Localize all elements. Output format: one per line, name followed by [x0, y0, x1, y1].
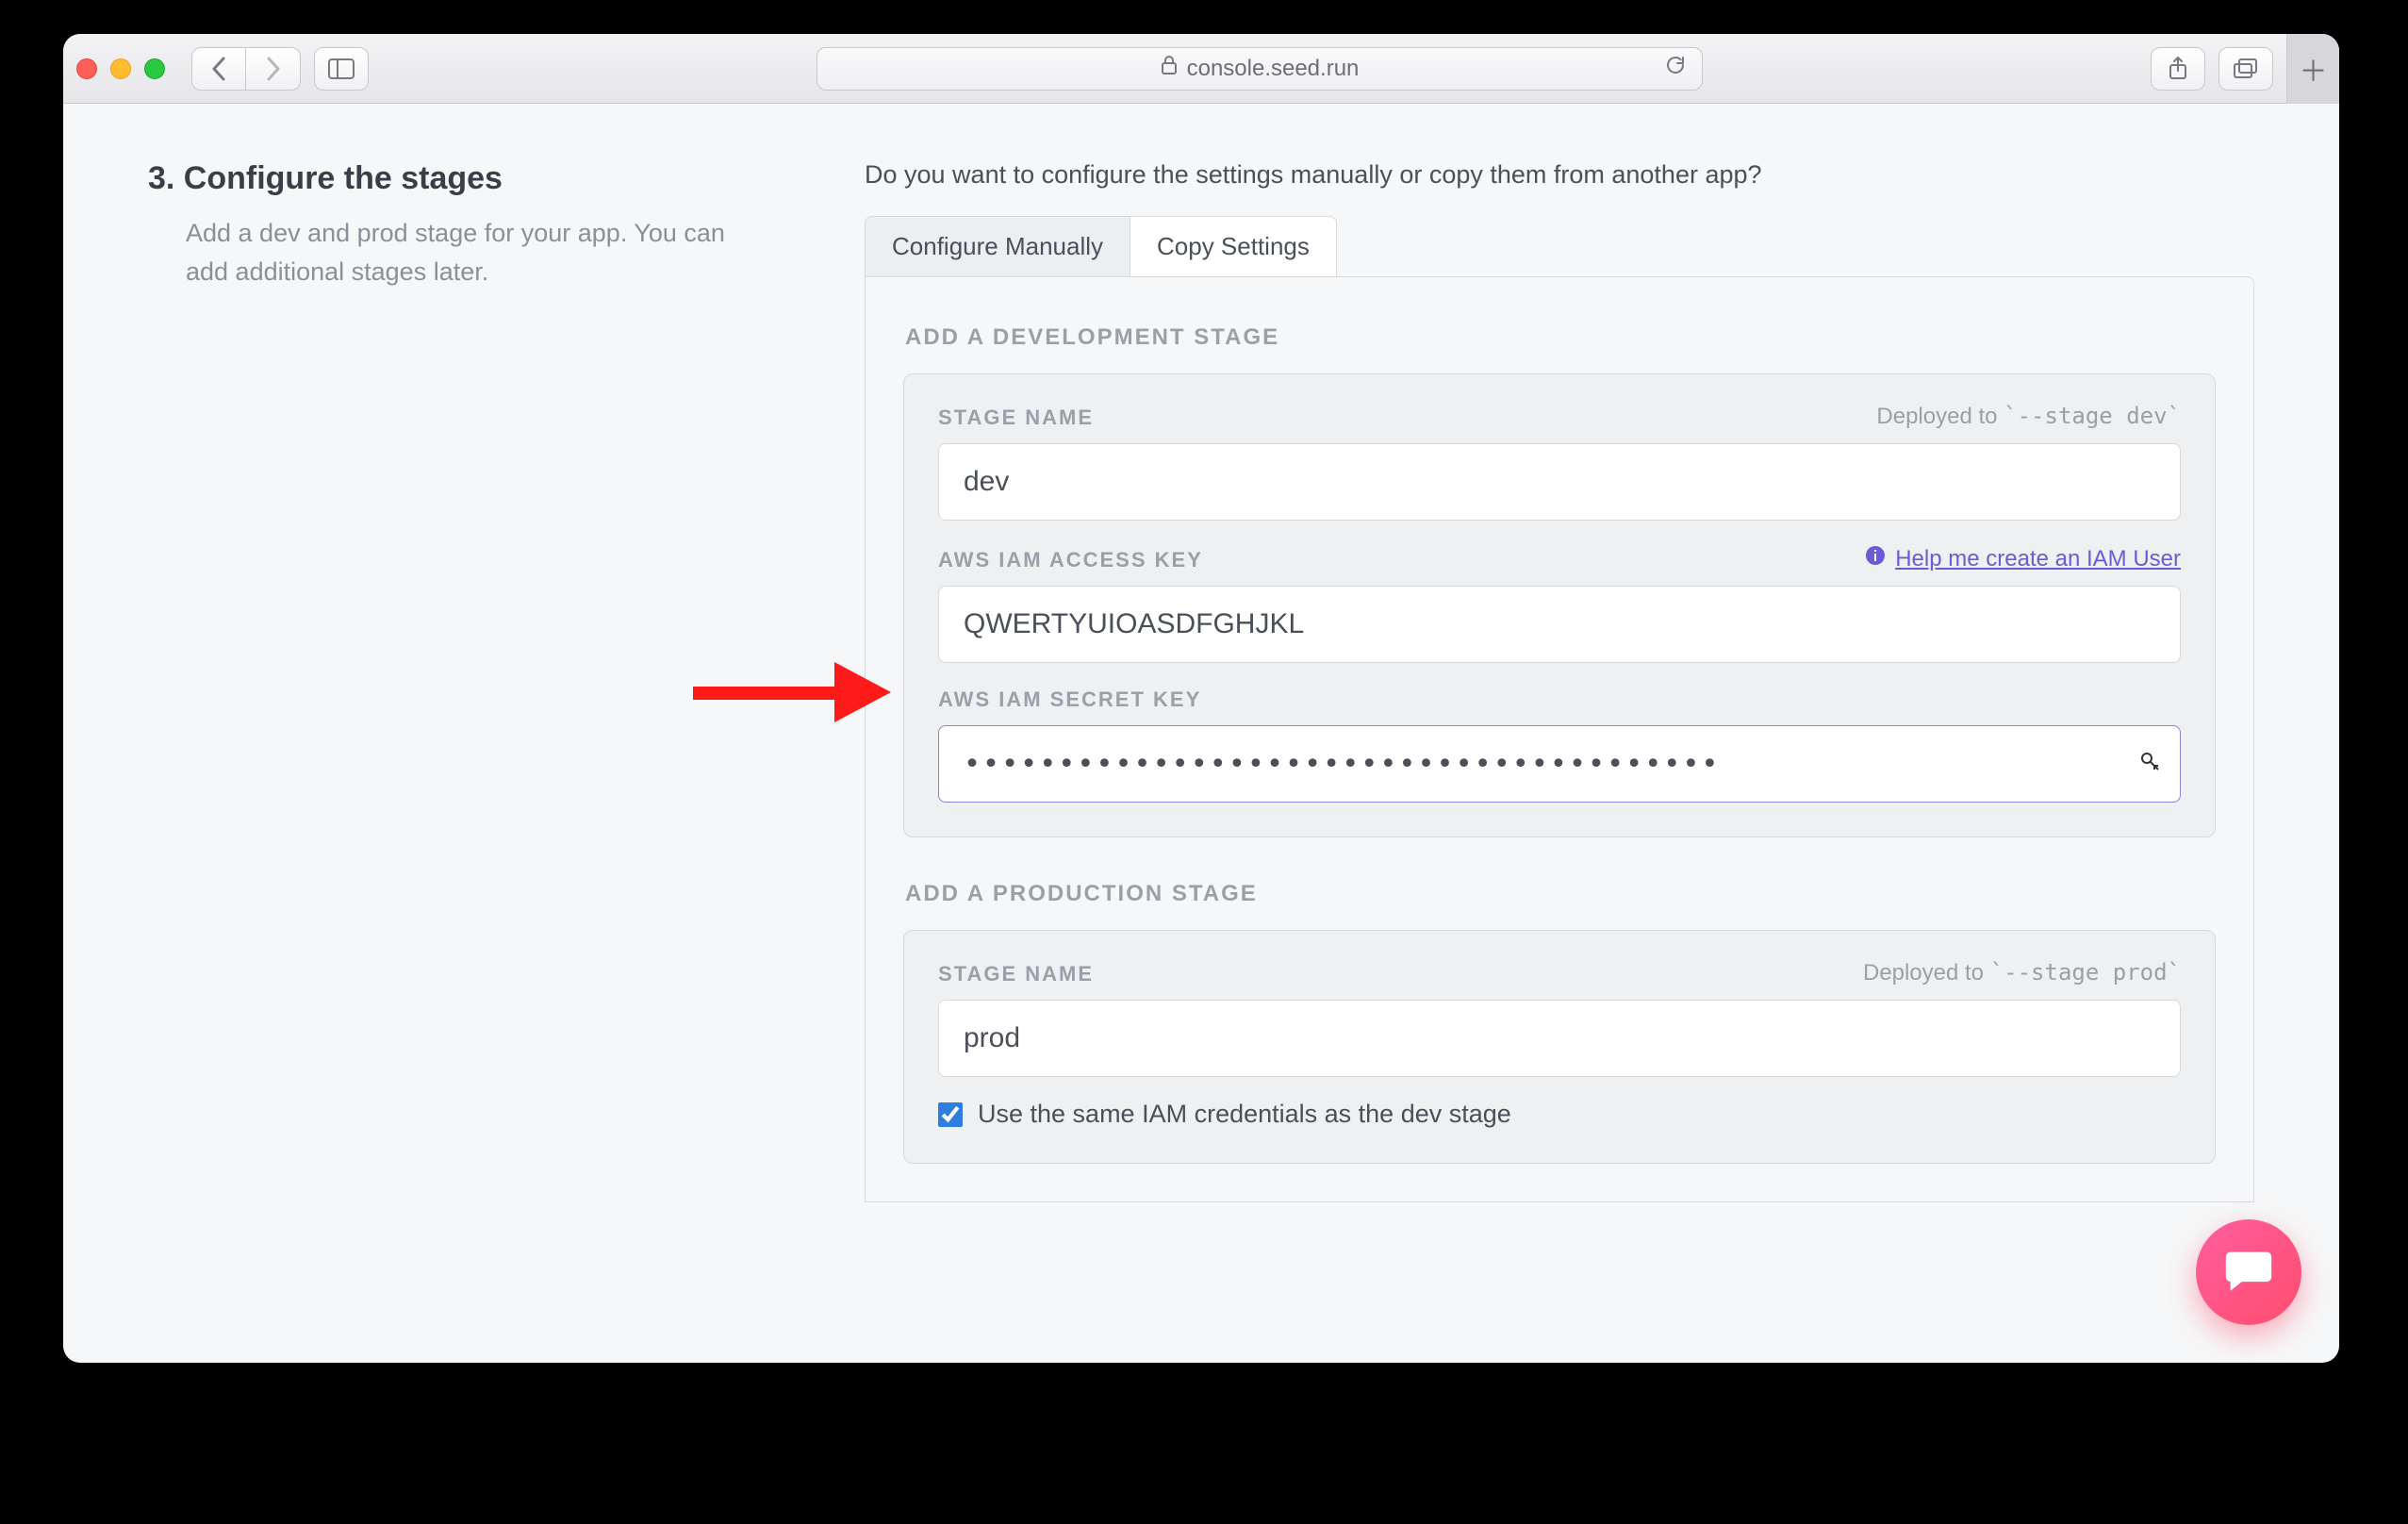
new-tab-button[interactable]: ＋ [2286, 34, 2339, 104]
tab-copy-settings[interactable]: Copy Settings [1130, 216, 1337, 277]
window-close-button[interactable] [76, 58, 97, 79]
help-create-iam-user-label: Help me create an IAM User [1895, 546, 2181, 572]
nav-back-button[interactable] [191, 47, 246, 91]
sidebar-toggle-button[interactable] [314, 47, 369, 91]
config-tabs: Configure Manually Copy Settings [865, 216, 2254, 277]
window-zoom-button[interactable] [144, 58, 165, 79]
dev-stage-name-label: STAGE NAME [938, 406, 1094, 430]
same-iam-label: Use the same IAM credentials as the dev … [978, 1100, 1511, 1129]
address-bar-host: console.seed.run [1187, 56, 1360, 82]
nav-back-forward-group [191, 47, 301, 91]
dev-deployed-to-prefix: Deployed to [1876, 404, 2004, 429]
dev-secret-key-input[interactable] [938, 725, 2181, 803]
chat-fab[interactable] [2196, 1219, 2301, 1325]
reload-button[interactable] [1664, 54, 1687, 83]
address-bar[interactable]: console.seed.run [816, 47, 1703, 91]
safari-window: console.seed.run ＋ 3. Configure the stag… [63, 34, 2339, 1363]
dev-deployed-to-code: `--stage dev` [2004, 403, 2181, 429]
nav-forward-button[interactable] [246, 47, 301, 91]
prod-deployed-to-hint: Deployed to `--stage prod` [1863, 959, 2181, 986]
dev-section-heading: ADD A DEVELOPMENT STAGE [905, 324, 2216, 351]
dev-deployed-to-hint: Deployed to `--stage dev` [1876, 403, 2181, 430]
prod-stage-name-input[interactable] [938, 1000, 2181, 1077]
prod-stage-card: STAGE NAME Deployed to `--stage prod` Us… [903, 930, 2216, 1164]
dev-access-key-label: AWS IAM ACCESS KEY [938, 548, 1203, 572]
info-icon [1865, 545, 1886, 572]
configure-manually-panel: ADD A DEVELOPMENT STAGE STAGE NAME Deplo… [865, 276, 2254, 1202]
window-controls [76, 58, 165, 79]
prompt-text: Do you want to configure the settings ma… [865, 160, 2254, 190]
window-minimize-button[interactable] [110, 58, 131, 79]
help-create-iam-user-link[interactable]: Help me create an IAM User [1865, 545, 2181, 572]
prod-stage-name-label: STAGE NAME [938, 962, 1094, 986]
dev-stage-card: STAGE NAME Deployed to `--stage dev` AWS… [903, 373, 2216, 837]
dev-access-key-input[interactable] [938, 586, 2181, 663]
password-reveal-button[interactable] [2139, 751, 2160, 777]
dev-stage-name-input[interactable] [938, 443, 2181, 521]
step-subtitle: Add a dev and prod stage for your app. Y… [148, 214, 751, 290]
page-content: 3. Configure the stages Add a dev and pr… [63, 104, 2339, 1202]
prod-deployed-to-prefix: Deployed to [1863, 960, 1990, 986]
chat-icon [2221, 1243, 2276, 1302]
prod-section-heading: ADD A PRODUCTION STAGE [905, 881, 2216, 907]
step-title: 3. Configure the stages [148, 160, 827, 197]
prod-deployed-to-code: `--stage prod` [1990, 959, 2181, 986]
same-iam-checkbox[interactable] [938, 1102, 963, 1127]
share-button[interactable] [2151, 47, 2205, 91]
lock-icon [1161, 55, 1178, 82]
browser-toolbar: console.seed.run ＋ [63, 34, 2339, 104]
tab-configure-manually[interactable]: Configure Manually [865, 216, 1130, 277]
dev-secret-key-label: AWS IAM SECRET KEY [938, 687, 1201, 712]
tabs-overview-button[interactable] [2218, 47, 2273, 91]
